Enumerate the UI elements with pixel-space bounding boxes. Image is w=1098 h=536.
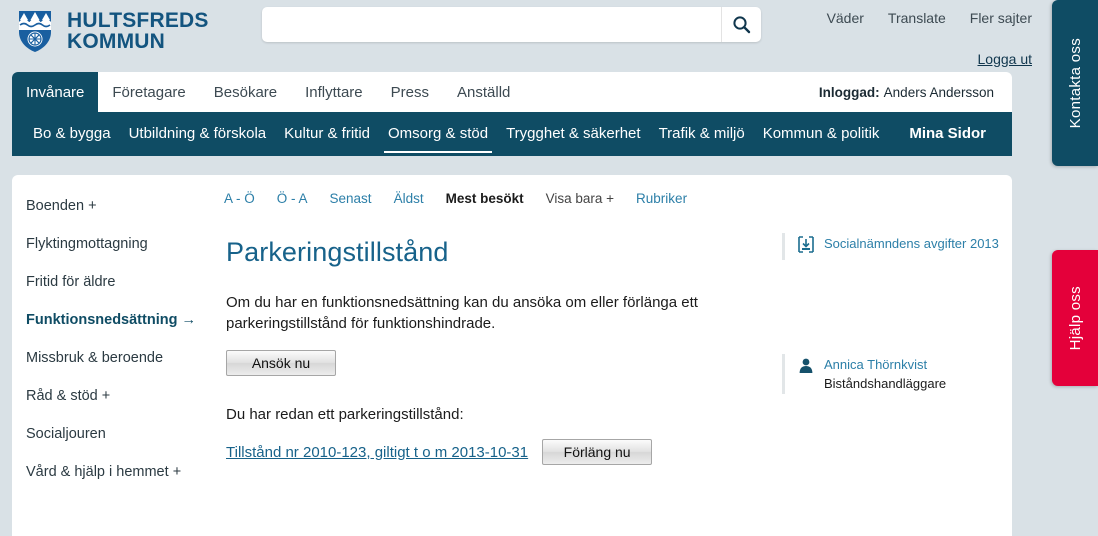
expand-plus-icon: + — [88, 198, 97, 214]
sort-mest-besokt[interactable]: Mest besökt — [446, 191, 524, 206]
sort-o-a[interactable]: Ö - A — [277, 191, 308, 206]
filter-visa-bara[interactable]: Visa bara + — [546, 191, 614, 206]
sort-filter-row: A - Ö Ö - A Senast Äldst Mest besökt Vis… — [224, 191, 687, 206]
logout-link[interactable]: Logga ut — [978, 51, 1033, 67]
tab-besokare[interactable]: Besökare — [200, 72, 291, 112]
sidebar-item-label: Vård & hjälp i hemmet — [26, 464, 169, 480]
help-us-tab[interactable]: Hjälp oss — [1052, 250, 1098, 386]
contact-us-label: Kontakta oss — [1066, 37, 1084, 129]
sidebar-item-label: Socialjouren — [26, 426, 106, 442]
help-us-label: Hjälp oss — [1066, 285, 1084, 351]
expand-plus-icon: + — [101, 388, 111, 404]
sidebar-item-fritid-for-aldre[interactable]: Fritid för äldre — [26, 263, 202, 301]
sort-aldst[interactable]: Äldst — [394, 191, 424, 206]
coat-of-arms-icon — [19, 11, 51, 52]
logo-wordmark: HULTSFREDS KOMMUN — [67, 10, 209, 52]
nav-kultur-fritid[interactable]: Kultur & fritid — [275, 121, 379, 147]
search-icon — [733, 16, 751, 34]
sidebar-item-funktionsnedsattning[interactable]: Funktionsnedsättning → — [26, 301, 202, 339]
tab-invanare[interactable]: Invånare — [12, 72, 99, 112]
sidebar-item-label: Missbruk & beroende — [26, 350, 164, 366]
logged-in-user: Anders Andersson — [883, 84, 994, 100]
related-document[interactable]: Socialnämndens avgifter 2013 — [782, 233, 1002, 260]
nav-bo-bygga[interactable]: Bo & bygga — [24, 121, 120, 147]
related-contact-name[interactable]: Annica Thörnkvist — [824, 356, 946, 373]
permit-link[interactable]: Tillstånd nr 2010-123, giltigt t o m 201… — [226, 444, 528, 461]
tab-anstalld[interactable]: Anställd — [443, 72, 524, 112]
sidebar-item-socialjouren[interactable]: Socialjouren — [26, 415, 202, 453]
nav-omsorg-stod[interactable]: Omsorg & stöd — [379, 121, 497, 153]
sidebar-item-rad-stod[interactable]: Råd & stöd + — [26, 377, 202, 415]
apply-button[interactable]: Ansök nu — [226, 350, 336, 376]
sort-senast[interactable]: Senast — [330, 191, 372, 206]
existing-permit-label: Du har redan ett parkeringstillstånd: — [226, 406, 464, 423]
tab-inflyttare[interactable]: Inflyttare — [291, 72, 377, 112]
sidebar-item-vard-hjalp-i-hemmet[interactable]: Vård & hjälp i hemmet + — [26, 453, 202, 491]
search-input[interactable] — [262, 7, 721, 42]
search-button[interactable] — [721, 7, 761, 42]
top-link-fler-sajter[interactable]: Fler sajter — [970, 10, 1032, 26]
logged-in-status: Inloggad: Anders Andersson — [819, 72, 1012, 112]
related-contact[interactable]: Annica Thörnkvist Biståndshandläggare — [782, 354, 1002, 394]
sort-rubriker[interactable]: Rubriker — [636, 191, 687, 206]
nav-trygghet-sakerhet[interactable]: Trygghet & säkerhet — [497, 121, 650, 147]
tab-press[interactable]: Press — [377, 72, 443, 112]
article-intro: Om du har en funktionsnedsättning kan du… — [226, 294, 698, 332]
site-logo[interactable]: HULTSFREDS KOMMUN — [12, 8, 209, 54]
sort-a-o[interactable]: A - Ö — [224, 191, 255, 206]
logo-line-1: HULTSFREDS — [67, 9, 209, 32]
tab-foretagare[interactable]: Företagare — [98, 72, 199, 112]
top-link-translate[interactable]: Translate — [888, 10, 946, 26]
expand-plus-icon: + — [172, 464, 182, 480]
sidebar-menu: Boenden + Flyktingmottagning Fritid för … — [12, 187, 202, 491]
logo-line-2: KOMMUN — [67, 30, 166, 53]
article: Parkeringstillstånd Om du har en funktio… — [226, 237, 746, 465]
person-icon — [798, 356, 814, 392]
sidebar-item-boenden[interactable]: Boenden + — [26, 187, 202, 225]
arrow-right-icon: → — [181, 312, 196, 328]
nav-kommun-politik[interactable]: Kommun & politik — [754, 121, 889, 147]
sidebar-item-label: Funktionsnedsättning — [26, 312, 178, 328]
content-card: Boenden + Flyktingmottagning Fritid för … — [12, 175, 1012, 536]
related-column: Socialnämndens avgifter 2013 Annica Thör… — [782, 233, 1002, 394]
nav-trafik-miljo[interactable]: Trafik & miljö — [650, 121, 754, 147]
nav-mina-sidor[interactable]: Mina Sidor — [900, 121, 1000, 147]
sidebar-item-label: Fritid för äldre — [26, 274, 116, 290]
top-links: Väder Translate Fler sajter — [827, 10, 1032, 26]
sidebar-item-label: Boenden — [26, 198, 85, 214]
top-link-vader[interactable]: Väder — [827, 10, 864, 26]
audience-tab-strip: Invånare Företagare Besökare Inflyttare … — [12, 72, 1012, 112]
page-title: Parkeringstillstånd — [226, 237, 449, 267]
sidebar-item-label: Råd & stöd — [26, 388, 98, 404]
sidebar-item-label: Flyktingmottagning — [26, 236, 148, 252]
top-bar: HULTSFREDS KOMMUN Väder Translate Fler s… — [0, 0, 1098, 72]
pdf-document-icon — [798, 235, 814, 258]
search-bar — [262, 7, 761, 42]
nav-utbildning-forskola[interactable]: Utbildning & förskola — [120, 121, 276, 147]
contact-us-tab[interactable]: Kontakta oss — [1052, 0, 1098, 166]
related-document-title[interactable]: Socialnämndens avgifter 2013 — [824, 235, 999, 252]
sidebar-item-flyktingmottagning[interactable]: Flyktingmottagning — [26, 225, 202, 263]
main-navigation: Bo & bygga Utbildning & förskola Kultur … — [12, 112, 1012, 156]
logged-in-prefix: Inloggad: — [818, 84, 880, 100]
logout-container: Logga ut — [978, 51, 1033, 67]
sidebar-item-missbruk-beroende[interactable]: Missbruk & beroende — [26, 339, 202, 377]
permit-row: Tillstånd nr 2010-123, giltigt t o m 201… — [226, 439, 746, 465]
extend-button[interactable]: Förläng nu — [542, 439, 653, 465]
related-contact-role: Biståndshandläggare — [824, 376, 947, 391]
